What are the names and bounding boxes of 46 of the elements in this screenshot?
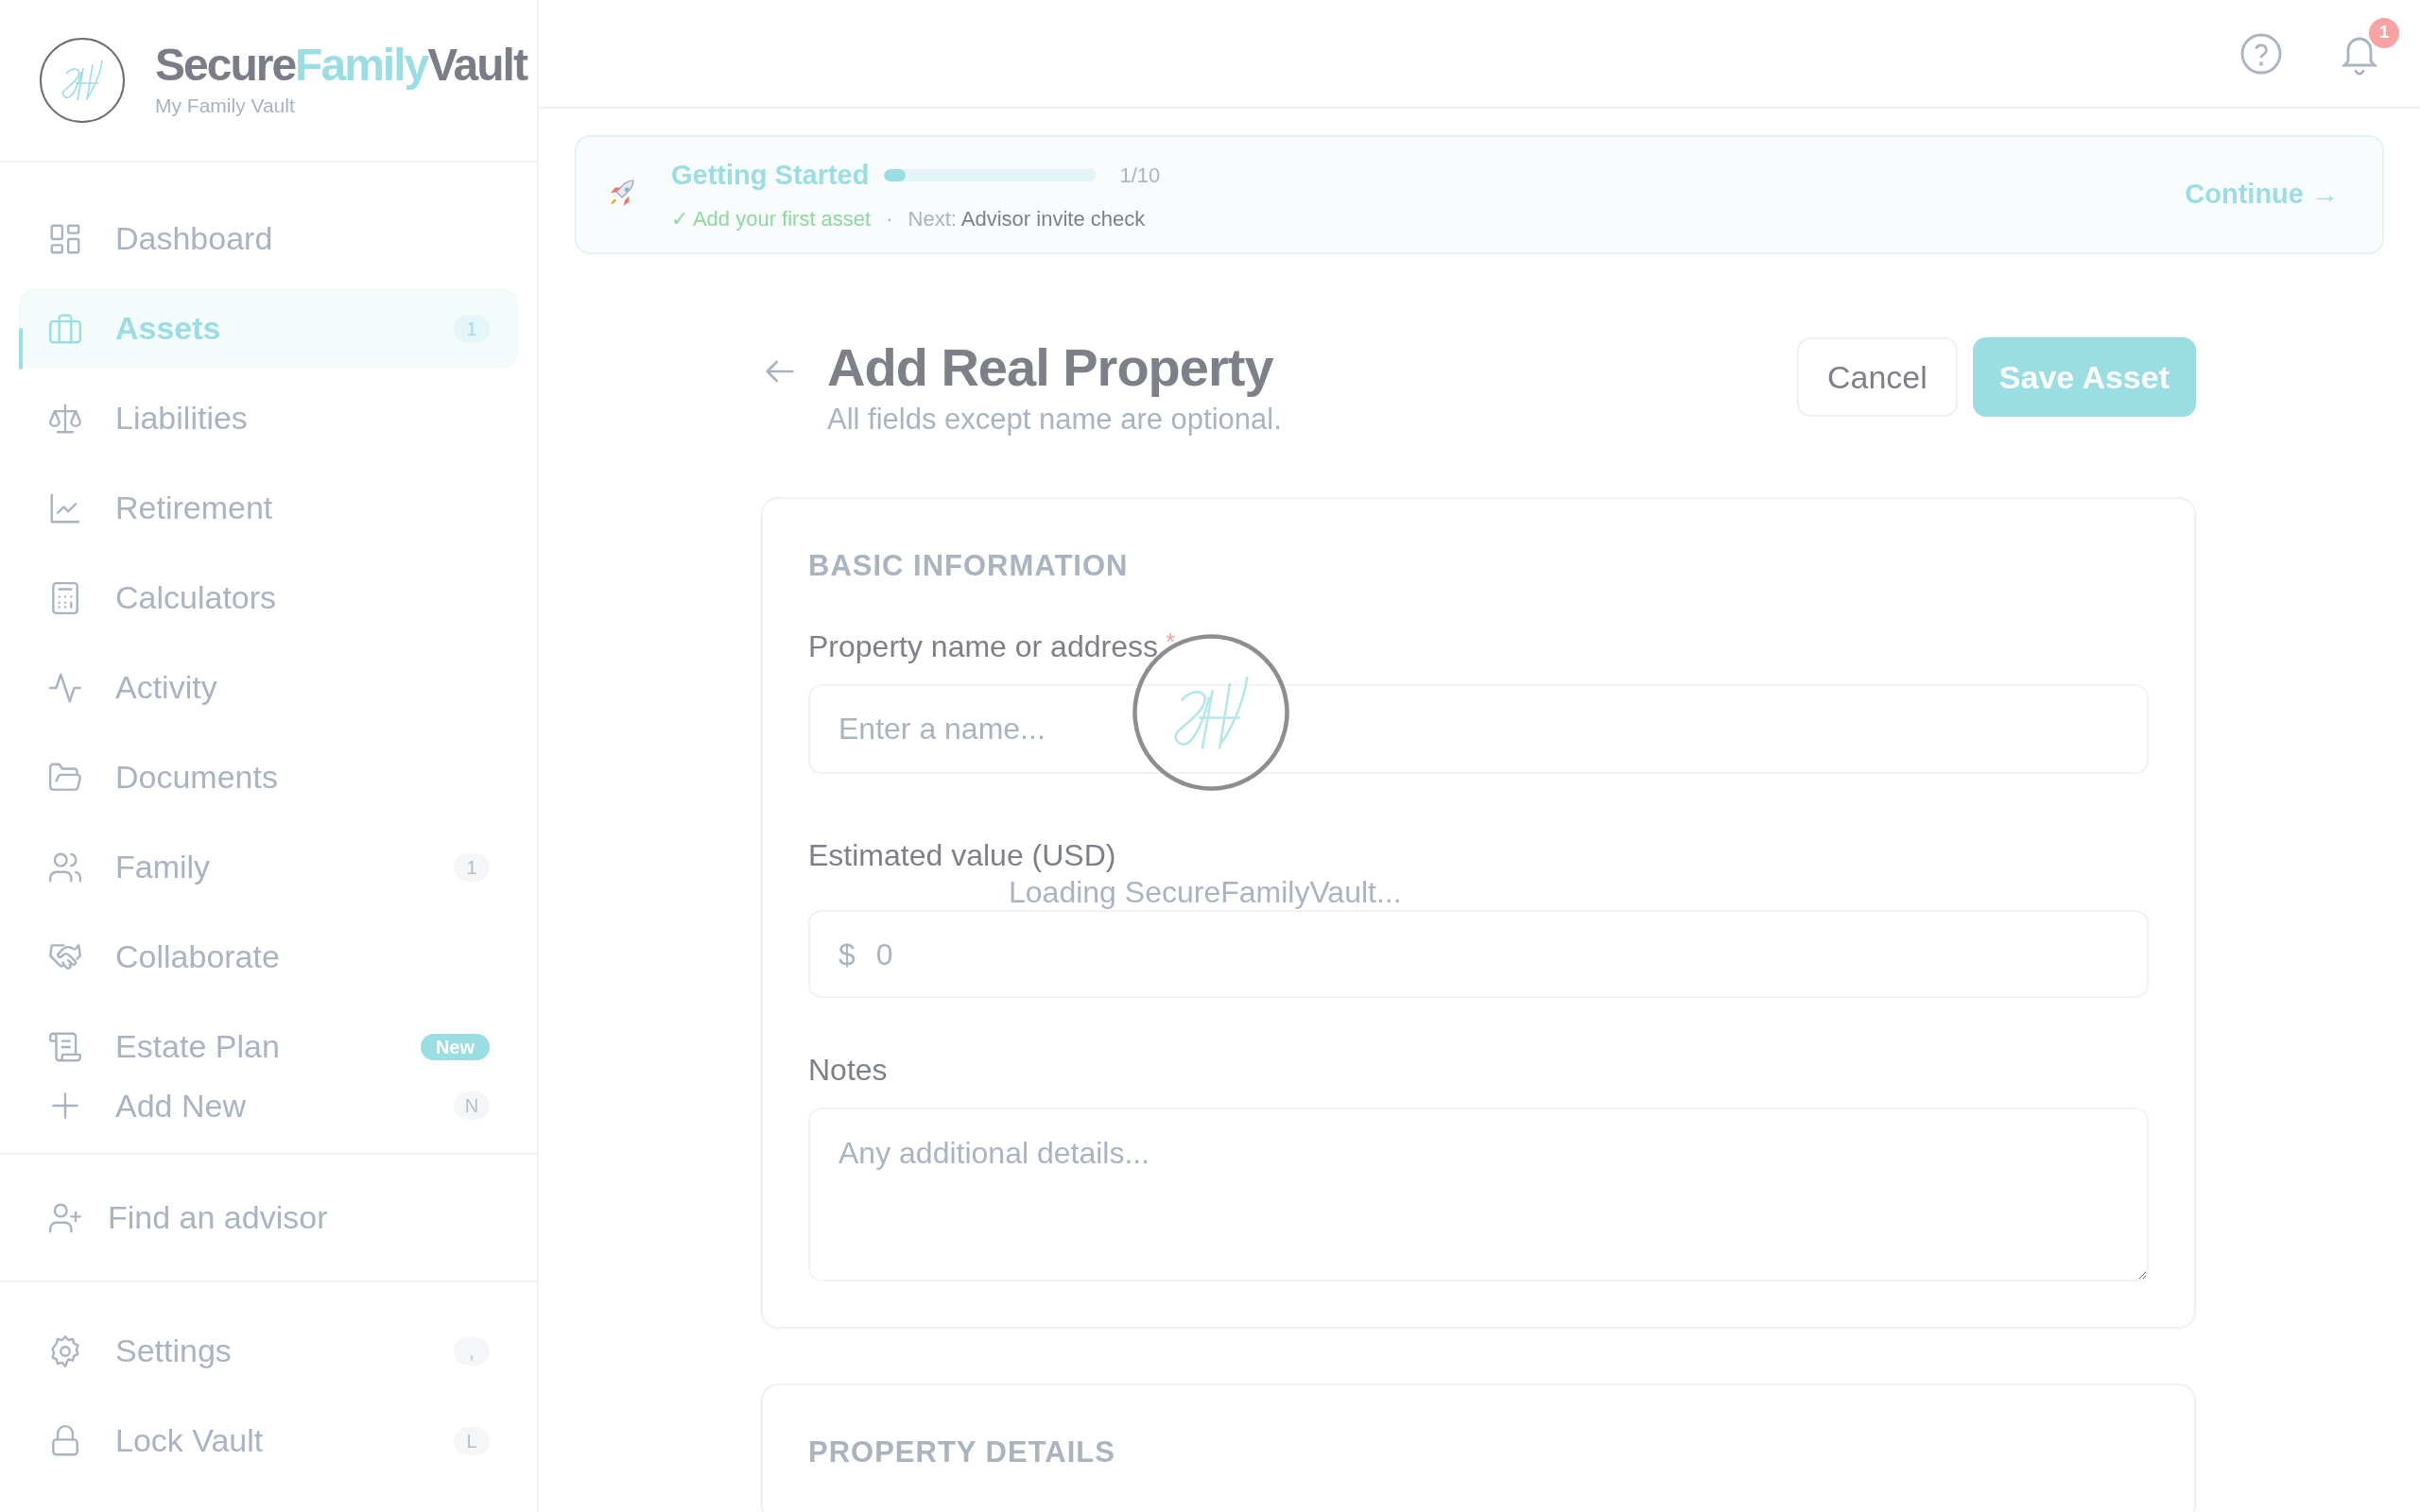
page-title: Add Real Property [827,337,1274,399]
new-badge: New [420,1033,490,1060]
shortcut-key: , [454,1336,490,1366]
continue-link[interactable]: Continue → [2179,173,2344,216]
currency-sign: $ [838,936,856,973]
sidebar-item[interactable]: Calculators [19,558,518,638]
required-mark: * [1165,629,1176,655]
sidebar-item[interactable]: Activity [19,647,518,728]
separator-dot: · [886,206,893,233]
next-step: Next: Advisor invite check [908,203,1146,235]
brand-subtitle: My Family Vault [155,93,296,118]
section-heading: PROPERTY DETAILS [808,1435,1116,1471]
sidebar-item[interactable]: Family 1 [19,827,518,907]
sidebar-item[interactable]: Dashboard [19,198,518,279]
section-heading: BASIC INFORMATION [808,547,1130,584]
count-badge: 1 [454,314,490,343]
save-button[interactable]: Save Asset [1972,337,2196,417]
completed-step: ✓ Add your first asset [671,203,872,235]
sidebar-item[interactable]: Retirement [19,468,518,548]
logo-icon [38,36,127,125]
sidebar-item[interactable]: Documents [19,737,518,817]
notes-field[interactable]: Any additional details... [808,1108,2149,1282]
notification-count: 1 [2369,17,2399,48]
shortcut-key: N [454,1091,490,1120]
progress-count: 1/10 [1119,163,1161,189]
field-label: Estimated value (USD) [808,838,1116,873]
sidebar-item[interactable]: Settings , [19,1311,518,1391]
page-subtitle: All fields except name are optional. [827,402,1282,438]
name-field[interactable]: Enter a name... [808,684,2149,775]
advisor-link[interactable]: Find an advisor [19,1177,518,1258]
brand-name: SecureFamilyVault [155,40,527,91]
count-badge: 1 [454,852,490,882]
sidebar-item[interactable]: Liabilities [19,378,518,458]
sidebar-item[interactable]: Lock Vault L [19,1400,518,1481]
sidebar-item[interactable]: Assets 1 [19,288,518,369]
sidebar-item[interactable]: Collaborate [19,917,518,997]
field-label: Notes [808,1053,888,1088]
sidebar-item[interactable]: Add New N [19,1087,518,1125]
shortcut-key: L [454,1426,490,1455]
field-label: Property name or address [808,629,1158,664]
loading-message: Loading SecureFamilyVault... [1009,875,1402,909]
value-input[interactable]: 0 [873,930,2118,978]
sidebar-item[interactable]: Estate Plan New [19,1006,518,1087]
cancel-button[interactable]: Cancel [1796,337,1958,417]
value-field[interactable]: $ 0 [808,910,2149,999]
onboarding-title: Getting Started [671,158,870,192]
